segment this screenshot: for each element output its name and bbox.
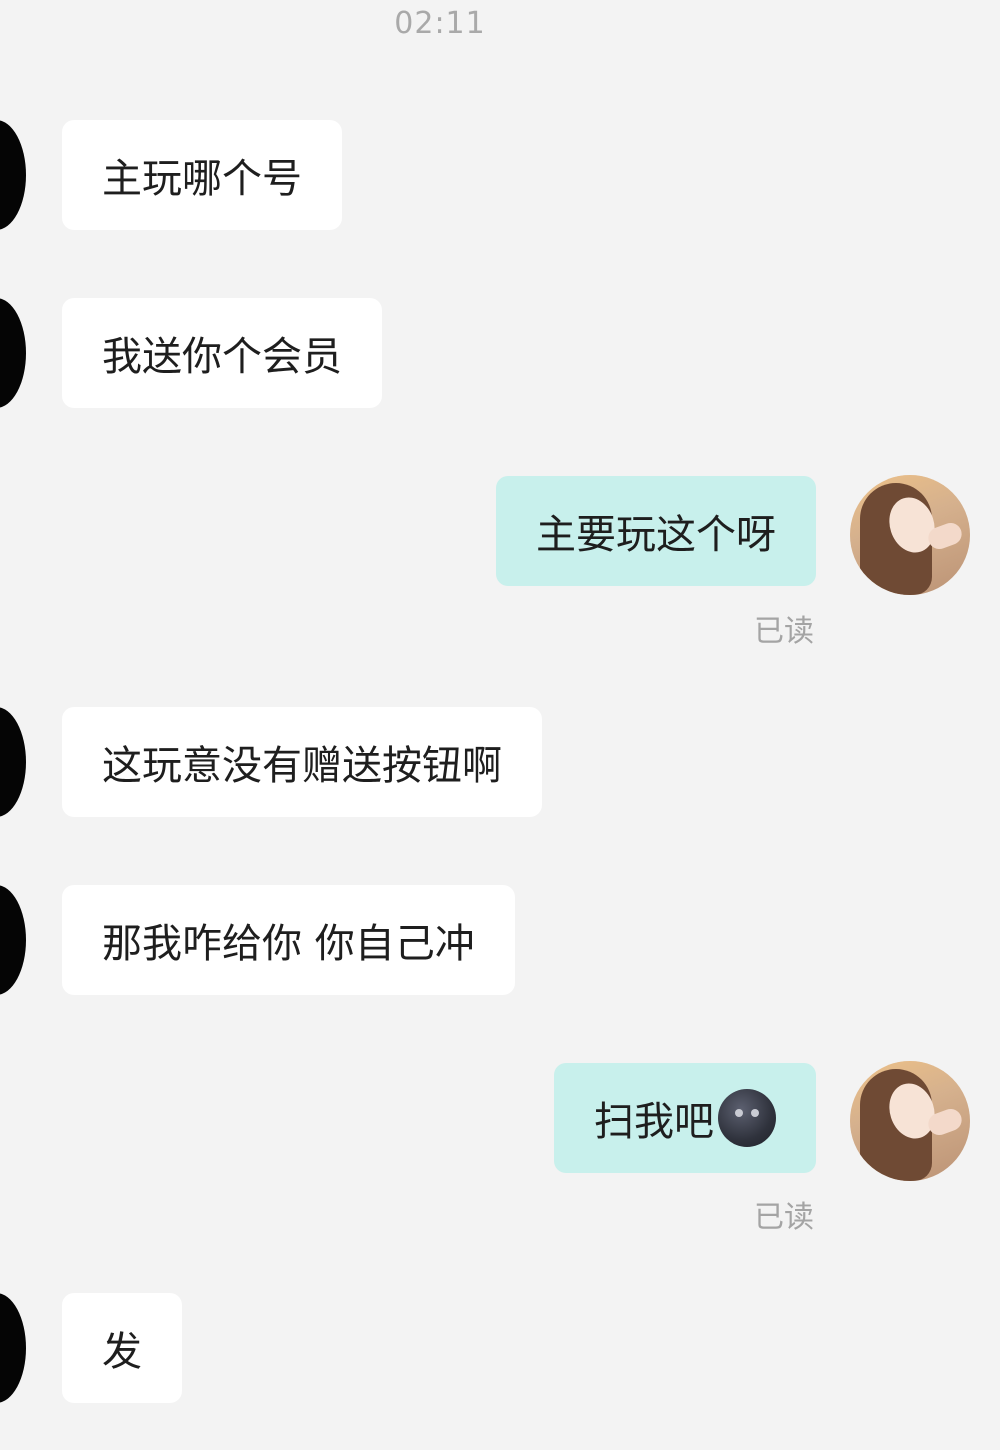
new-moon-face-emoji-icon: [718, 1089, 776, 1147]
message-text: 主玩哪个号: [102, 156, 302, 202]
incoming-message-bubble[interactable]: 主玩哪个号: [62, 120, 342, 230]
incoming-message-bubble[interactable]: 我送你个会员: [62, 298, 382, 408]
message-text: 那我咋给你 你自己冲: [102, 921, 475, 967]
message-text: 这玩意没有赠送按钮啊: [102, 743, 502, 789]
incoming-message-bubble[interactable]: 发: [62, 1293, 182, 1403]
chat-timestamp: 02:11: [394, 6, 486, 41]
message-text: 我送你个会员: [102, 334, 342, 380]
user-avatar[interactable]: [850, 1061, 970, 1181]
contact-avatar[interactable]: [0, 885, 26, 995]
contact-avatar[interactable]: [0, 120, 26, 230]
contact-avatar[interactable]: [0, 298, 26, 408]
incoming-message-bubble[interactable]: 这玩意没有赠送按钮啊: [62, 707, 542, 817]
outgoing-message-bubble[interactable]: 主要玩这个呀: [496, 476, 816, 586]
incoming-message-bubble[interactable]: 那我咋给你 你自己冲: [62, 885, 515, 995]
message-text: 发: [102, 1329, 142, 1375]
user-avatar[interactable]: [850, 475, 970, 595]
contact-avatar[interactable]: [0, 707, 26, 817]
contact-avatar[interactable]: [0, 1293, 26, 1403]
message-text: 主要玩这个呀: [536, 512, 776, 558]
read-receipt: 已读: [754, 614, 814, 649]
outgoing-message-bubble[interactable]: 扫我吧: [554, 1063, 816, 1173]
read-receipt: 已读: [754, 1200, 814, 1235]
message-text: 扫我吧: [594, 1099, 714, 1145]
